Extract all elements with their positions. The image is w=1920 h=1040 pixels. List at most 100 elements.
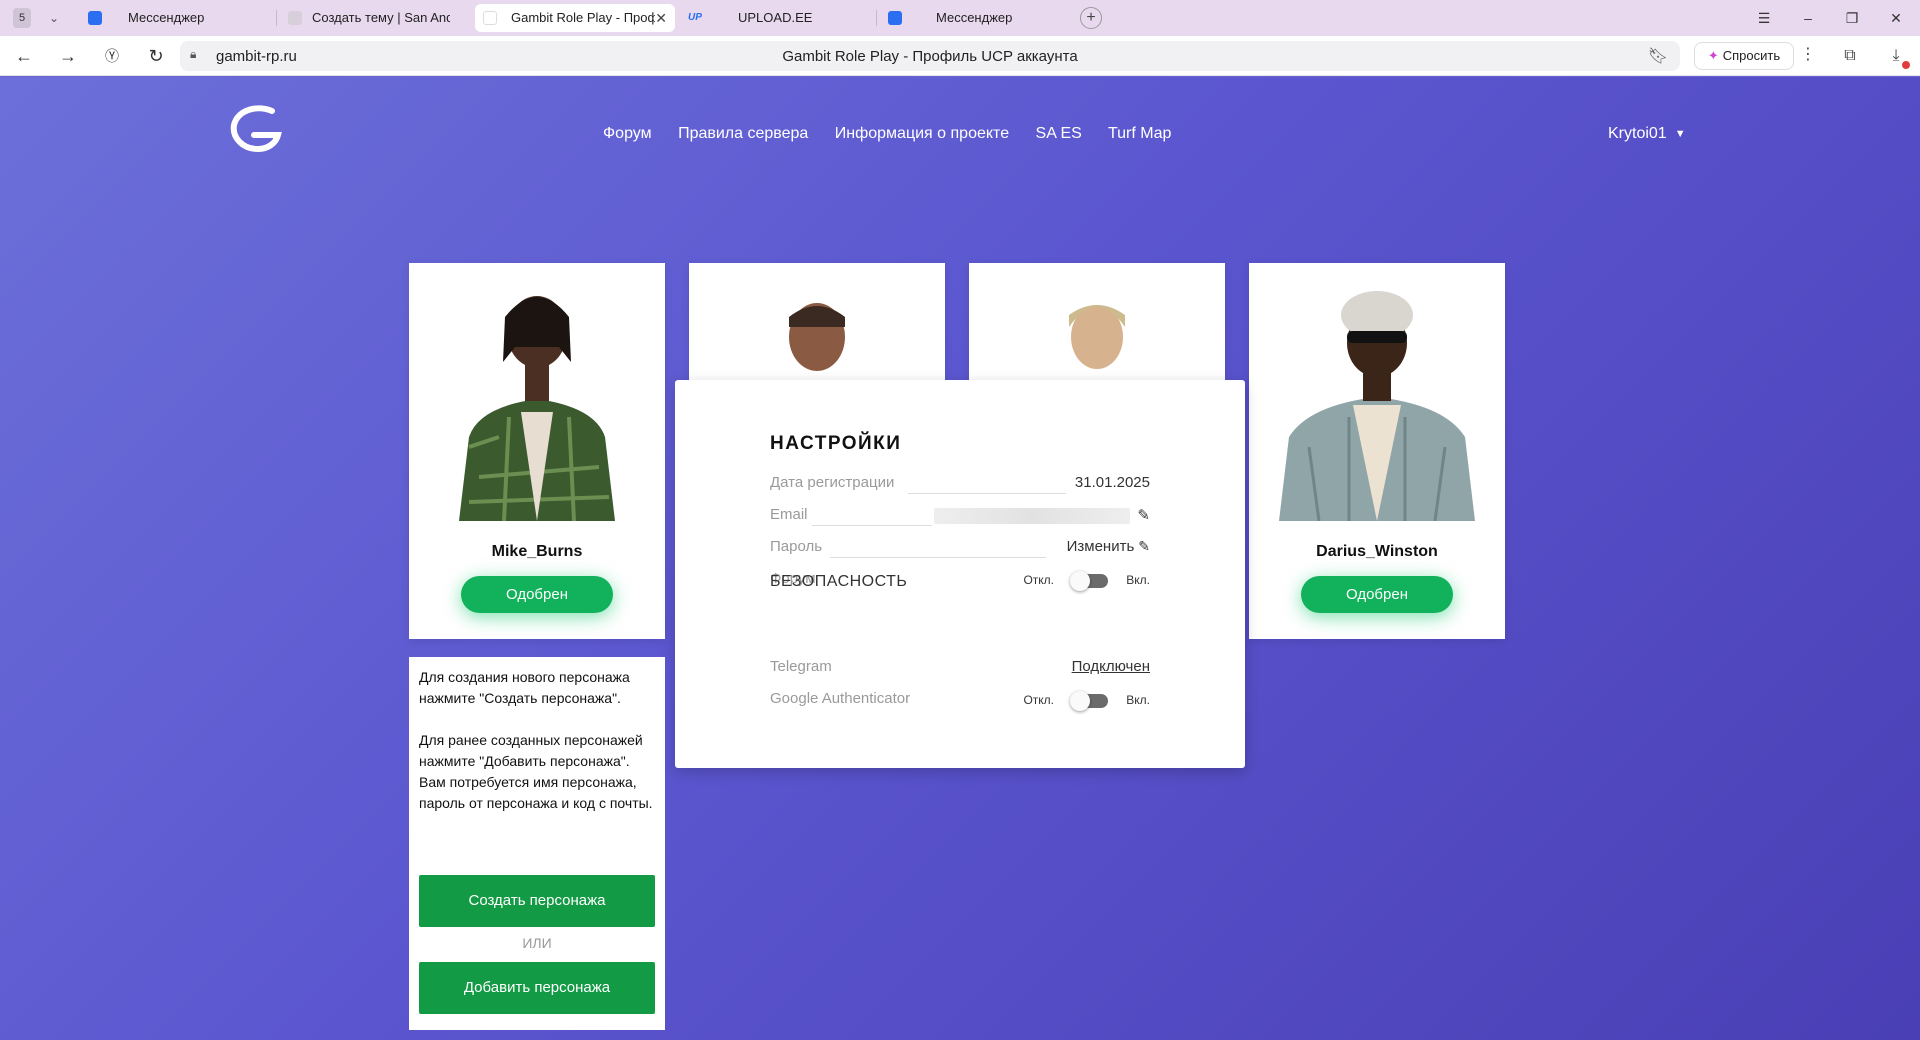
password-label: Пароль — [770, 538, 823, 555]
telegram-connected-link[interactable]: Подключен — [1072, 658, 1150, 675]
character-portrait — [459, 296, 615, 521]
toggle-on-label: Вкл. — [1126, 573, 1150, 587]
character-card[interactable]: Mike_Burns Одобрен — [409, 263, 665, 639]
edit-email-pencil-icon[interactable]: ✎ — [1137, 506, 1150, 524]
messenger-icon — [888, 11, 902, 25]
nav-project-info[interactable]: Информация о проекте — [835, 125, 1009, 142]
google-authenticator-row: Google Authenticator Откл. Вкл. — [770, 690, 1150, 712]
security-title: БЕЗОПАСНОСТЬ — [770, 573, 908, 590]
tab-count-badge[interactable]: 5 — [13, 8, 31, 28]
change-password-label: Изменить — [1066, 538, 1135, 555]
ask-button-label: Спросить — [1722, 48, 1781, 63]
nav-sa-es[interactable]: SA ES — [1036, 125, 1082, 142]
email-label: Email — [770, 506, 808, 523]
tab-messenger-1[interactable]: Мессенджер — [80, 4, 270, 32]
forum-toggle-group: Откл. Вкл. — [1010, 570, 1150, 592]
close-window-icon[interactable]: ✕ — [1884, 6, 1908, 30]
ask-button[interactable]: ✦ Спросить — [1694, 42, 1794, 70]
user-menu[interactable]: Krytoi01 ▼ — [1608, 125, 1686, 143]
more-options-icon[interactable]: ⋮ — [1800, 44, 1816, 64]
username: Krytoi01 — [1608, 125, 1667, 142]
browser-addressbar: ← → Ⓨ ↻ 🔒︎ gambit-rp.ru Gambit Role Play… — [0, 36, 1920, 76]
registration-date-value: 31.01.2025 — [1074, 474, 1150, 491]
status-approved-button[interactable]: Одобрен — [461, 576, 613, 613]
status-approved-button[interactable]: Одобрен — [1301, 576, 1453, 613]
chevron-down-icon: ▼ — [1674, 127, 1686, 140]
add-character-button[interactable]: Добавить персонажа — [419, 962, 655, 1014]
tab-label: Создать тему | San Andreas — [312, 10, 450, 25]
ga-toggle-group: Откл. Вкл. — [1010, 690, 1150, 712]
reload-icon[interactable]: ↻ — [144, 44, 168, 68]
password-row: Пароль Изменить ✎ — [770, 538, 1150, 560]
create-character-panel: Для создания нового персонажа нажмите "С… — [409, 657, 665, 1030]
browser-tabbar: 5 ⌄ Мессенджер Создать тему | San Andrea… — [0, 0, 1920, 36]
bookmark-icon[interactable]: 🔖︎ — [1648, 46, 1668, 66]
toggle-knob — [1070, 571, 1090, 591]
toggle-on-label: Вкл. — [1126, 693, 1150, 707]
character-portrait — [1069, 305, 1125, 369]
character-portrait — [1279, 291, 1475, 521]
yandex-icon[interactable]: Ⓨ — [100, 44, 124, 68]
google-authenticator-label: Google Authenticator — [770, 690, 911, 707]
character-card[interactable] — [689, 263, 945, 383]
page-content: Форум Правила сервера Информация о проек… — [0, 77, 1920, 1040]
change-password-link[interactable]: Изменить ✎ — [1067, 538, 1150, 555]
main-nav: Форум Правила сервера Информация о проек… — [603, 125, 1193, 149]
character-name: Mike_Burns — [491, 543, 583, 560]
download-alert-badge — [1902, 61, 1910, 69]
google-authenticator-toggle[interactable] — [1070, 691, 1108, 711]
tab-divider — [876, 10, 877, 26]
tab-label: Мессенджер — [936, 10, 1013, 25]
or-separator: ИЛИ — [522, 935, 552, 951]
new-tab-plus-icon[interactable]: + — [1080, 7, 1102, 29]
toggle-knob — [1070, 691, 1090, 711]
row-divider — [812, 525, 932, 526]
close-tab-icon[interactable]: ✕ — [655, 4, 667, 32]
character-card[interactable]: Darius_Winston Одобрен — [1249, 263, 1505, 639]
page-title: Gambit Role Play - Профиль UCP аккаунта — [782, 48, 1078, 65]
forward-arrow-icon[interactable]: → — [56, 44, 80, 68]
messenger-icon — [88, 11, 102, 25]
toggle-off-label: Откл. — [1023, 573, 1054, 587]
nav-forum[interactable]: Форум — [603, 125, 652, 142]
alice-star-icon: ✦ — [1707, 48, 1719, 63]
character-name: Darius_Winston — [1316, 543, 1438, 560]
tab-upload[interactable]: UP UPLOAD.EE — [680, 4, 870, 32]
row-divider — [908, 493, 1066, 494]
create-character-button[interactable]: Создать персонажа — [419, 875, 655, 927]
settings-panel: НАСТРОЙКИ Дата регистрации 31.01.2025 Em… — [675, 380, 1245, 768]
restore-icon[interactable]: ❐ — [1840, 6, 1864, 30]
forum-toggle[interactable] — [1070, 571, 1108, 591]
email-row: Email ✎ — [770, 506, 1150, 528]
nav-turf-map[interactable]: Turf Map — [1108, 125, 1171, 142]
tab-divider — [276, 10, 277, 26]
forum-icon — [288, 11, 302, 25]
url-field[interactable]: 🔒︎ gambit-rp.ru Gambit Role Play - Профи… — [180, 41, 1680, 71]
tab-create-topic[interactable]: Создать тему | San Andreas — [280, 4, 470, 32]
tab-label: UPLOAD.EE — [738, 10, 813, 25]
telegram-row: Telegram Подключен — [770, 658, 1150, 680]
gambit-logo-icon — [230, 105, 282, 153]
collections-icon[interactable]: ⧉ — [1838, 44, 1862, 68]
nav-server-rules[interactable]: Правила сервера — [678, 125, 808, 142]
settings-title: НАСТРОЙКИ — [770, 433, 902, 454]
gambit-icon — [483, 11, 497, 25]
registration-date-row: Дата регистрации 31.01.2025 — [770, 474, 1150, 496]
back-arrow-icon[interactable]: ← — [12, 44, 36, 68]
character-portrait — [789, 303, 845, 371]
character-card[interactable] — [969, 263, 1225, 383]
telegram-label: Telegram — [770, 658, 832, 675]
menu-hamburger-icon[interactable]: ☰ — [1752, 6, 1776, 30]
email-value-blurred — [934, 508, 1130, 524]
tab-list-chevron-icon[interactable]: ⌄ — [44, 8, 64, 28]
upload-icon: UP — [688, 12, 702, 23]
minimize-icon[interactable]: – — [1796, 6, 1820, 30]
gambit-logo[interactable] — [228, 103, 288, 159]
tab-label: Gambit Role Play - Профиль — [511, 10, 655, 25]
registration-date-label: Дата регистрации — [770, 474, 895, 491]
tab-messenger-2[interactable]: Мессенджер — [880, 4, 1070, 32]
pencil-icon: ✎ — [1138, 538, 1150, 554]
tab-label: Мессенджер — [128, 10, 205, 25]
tab-gambit-profile[interactable]: Gambit Role Play - Профиль ✕ — [475, 4, 675, 32]
instructions-text: Для создания нового персонажа нажмите "С… — [419, 669, 653, 811]
